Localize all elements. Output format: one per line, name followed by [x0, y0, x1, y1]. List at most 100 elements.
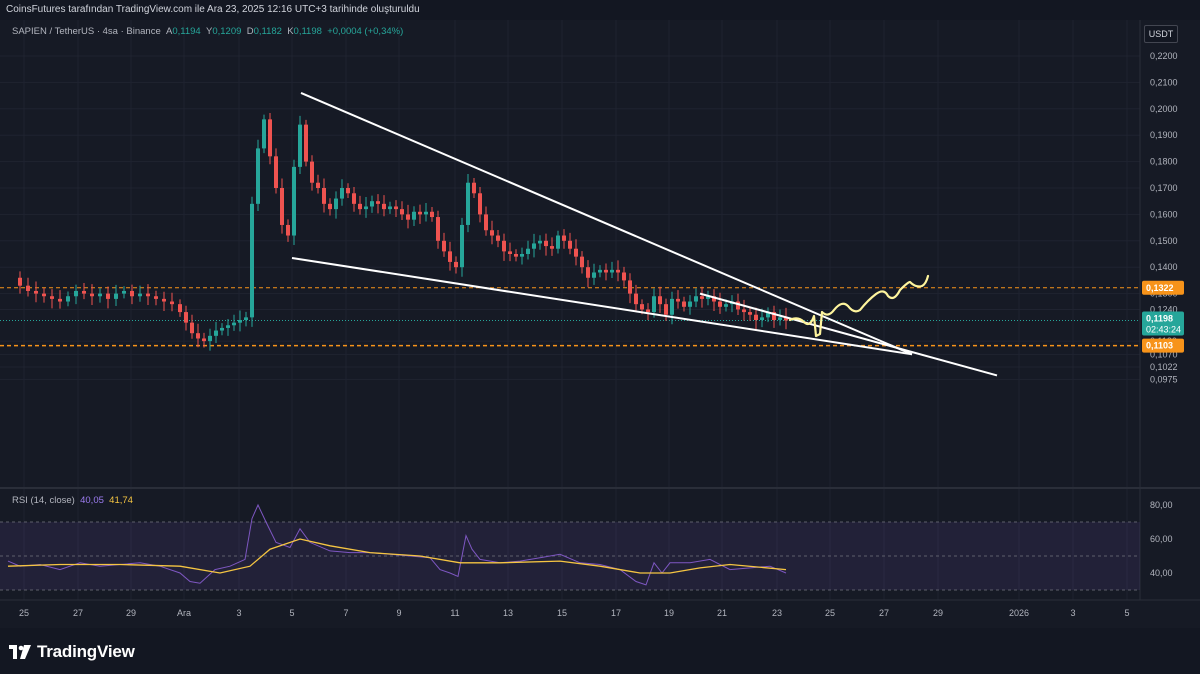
candle-body: [250, 203, 254, 318]
candle-body: [98, 293, 102, 297]
open-value: 0,1194: [172, 26, 201, 37]
candle-body: [556, 235, 560, 249]
candle-body: [190, 322, 194, 334]
candle-body: [634, 293, 638, 305]
candle-body: [568, 240, 572, 249]
candle-body: [256, 148, 260, 204]
candle-body: [334, 198, 338, 210]
candle-body: [388, 206, 392, 210]
candle-body: [418, 211, 422, 215]
rsi-legend[interactable]: RSI (14, close) 40,05 41,74: [12, 495, 133, 506]
price-tick-label: 0,1500: [1150, 236, 1178, 246]
candle-body: [274, 156, 278, 188]
time-tick-label: Ara: [177, 608, 191, 618]
candle-body: [394, 206, 398, 210]
candle-body: [50, 296, 54, 299]
candle-body: [74, 290, 78, 297]
candle-body: [358, 203, 362, 210]
price-tick-label: 0,1400: [1150, 262, 1178, 272]
candle-body: [754, 314, 758, 320]
candle-body: [162, 298, 166, 302]
chart-area[interactable]: 0,2200 0,2100 0,2000 0,1900 0,1800 0,1700 0,16…: [0, 20, 1200, 628]
candle-body: [122, 290, 126, 294]
candle-body: [280, 188, 284, 225]
symbol-title[interactable]: SAPIEN / TetherUS · 4sa · Binance: [12, 26, 161, 37]
time-tick-label: 7: [343, 608, 348, 618]
candle-body: [316, 182, 320, 188]
candle-body: [202, 338, 206, 342]
candle-body: [454, 261, 458, 268]
candle-body: [66, 296, 70, 302]
candle-body: [718, 301, 722, 307]
time-tick-label: 23: [772, 608, 782, 618]
candle-body: [760, 317, 764, 320]
candle-body: [682, 301, 686, 307]
high-value: 0,1209: [212, 26, 242, 37]
candle-body: [508, 251, 512, 254]
price-tick-label: 0,2200: [1150, 51, 1178, 61]
ohlc-legend: SAPIEN / TetherUS · 4sa · Binance A0,119…: [12, 26, 404, 37]
rsi-tick-label: 40,00: [1150, 568, 1173, 578]
candle-body: [82, 290, 86, 294]
candle-body: [340, 188, 344, 199]
candle-body: [58, 298, 62, 302]
time-tick-label: 13: [503, 608, 513, 618]
candle-body: [580, 256, 584, 268]
candle-body: [262, 119, 266, 149]
candle-body: [652, 296, 656, 313]
candle-body: [382, 203, 386, 210]
rsi-tick-label: 60,00: [1150, 534, 1173, 544]
candle-body: [310, 161, 314, 183]
candle-body: [616, 269, 620, 273]
upper-trendline: [300, 92, 913, 356]
tradingview-brand: TradingView: [37, 642, 135, 661]
price-tick-label: 0,0975: [1150, 374, 1178, 384]
candle-body: [322, 188, 326, 204]
price-tick-label: 0,1700: [1150, 183, 1178, 193]
time-tick-label: 5: [1124, 608, 1129, 618]
candle-body: [460, 224, 464, 268]
footer: TradingView: [0, 628, 1200, 674]
candle-body: [292, 166, 296, 236]
candle-body: [214, 330, 218, 336]
candle-body: [370, 201, 374, 207]
tradingview-logo[interactable]: TradingView: [9, 642, 135, 662]
time-tick-label: 27: [73, 608, 83, 618]
candle-body: [34, 290, 38, 294]
candle-body: [238, 320, 242, 323]
candle-body: [598, 269, 602, 273]
time-tick-label: 17: [611, 608, 621, 618]
candle-body: [466, 182, 470, 225]
candle-body: [748, 312, 752, 315]
time-tick-label: 11: [450, 608, 459, 618]
candle-body: [196, 333, 200, 339]
rsi-label: RSI (14, close): [12, 495, 75, 506]
candle-body: [664, 304, 668, 315]
candle-body: [170, 301, 174, 305]
rsi-tick-label: 80,00: [1150, 500, 1173, 510]
candle-body: [778, 317, 782, 320]
time-tick-label: 27: [879, 608, 889, 618]
candle-body: [146, 293, 150, 297]
candle-body: [700, 296, 704, 299]
price-chart[interactable]: 0,2200 0,2100 0,2000 0,1900 0,1800 0,1700 0,16…: [0, 20, 1200, 628]
price-tick-label: 0,2000: [1150, 104, 1178, 114]
candle-body: [26, 285, 30, 291]
time-tick-label: 3: [236, 608, 241, 618]
candle-body: [430, 211, 434, 218]
candle-body: [532, 243, 536, 249]
change-value: +0,0004 (+0,34%): [327, 26, 404, 37]
rsi-value: 40,05: [80, 495, 104, 506]
candle-body: [400, 209, 404, 215]
currency-button[interactable]: USDT: [1144, 25, 1178, 43]
candle-body: [42, 293, 46, 297]
candle-body: [646, 309, 650, 313]
time-tick-label: 19: [664, 608, 674, 618]
price-tick-label: 0,1900: [1150, 130, 1178, 140]
last-price-tag: 0,1198: [1146, 314, 1173, 324]
candle-body: [724, 304, 728, 307]
candle-body: [220, 327, 224, 331]
candle-body: [550, 246, 554, 249]
candle-body: [106, 293, 110, 299]
time-tick-label: 15: [557, 608, 567, 618]
